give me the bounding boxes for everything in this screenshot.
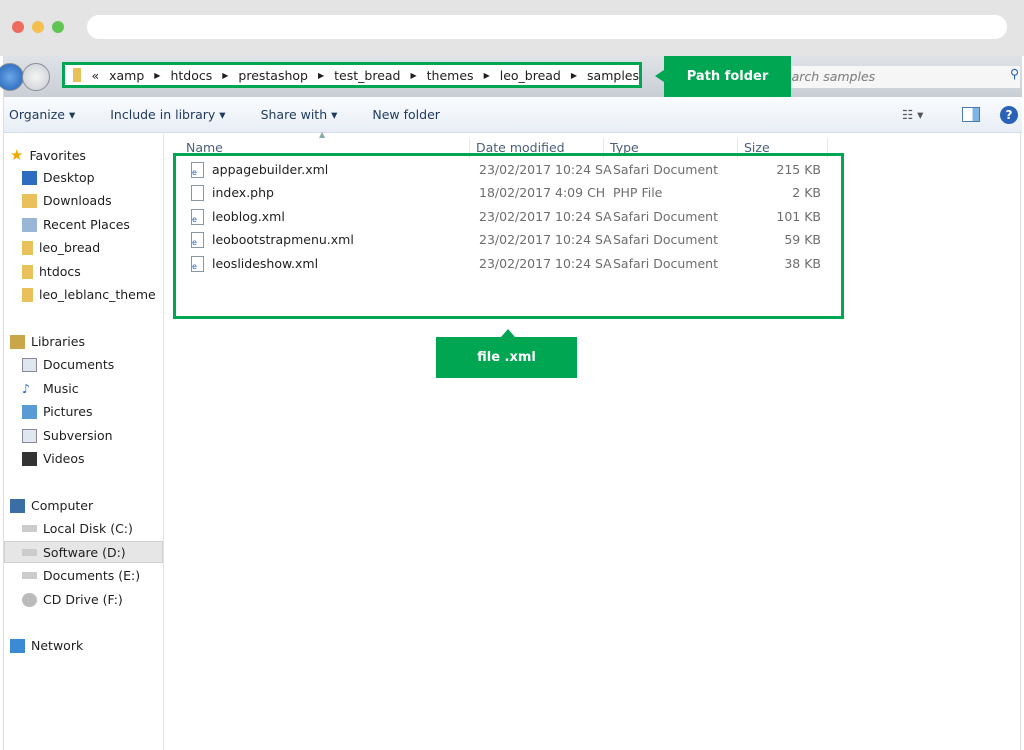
sidebar-libraries[interactable]: Libraries [10, 334, 85, 349]
preview-pane-icon[interactable] [962, 107, 980, 122]
crumb[interactable]: prestashop [238, 68, 308, 83]
navigation-pane: ★ Favorites Desktop Downloads Recent Plac… [4, 134, 164, 750]
sidebar-item-pictures[interactable]: Pictures [22, 404, 93, 419]
sidebar-item-subversion[interactable]: Subversion [22, 428, 113, 443]
crumb[interactable]: htdocs [170, 68, 212, 83]
drive-icon [22, 572, 37, 579]
sidebar-item-recent-places[interactable]: Recent Places [22, 217, 130, 232]
drive-icon [22, 525, 37, 532]
folder-icon [22, 240, 33, 255]
explorer-window: « xamp ▶ htdocs ▶ prestashop ▶ test_bread ▶ … [0, 56, 1022, 750]
sidebar-item-htdocs[interactable]: htdocs [22, 264, 81, 279]
sidebar-item-documents[interactable]: Documents [22, 357, 114, 372]
sidebar-item-downloads[interactable]: Downloads [22, 193, 112, 208]
folder-icon [22, 287, 33, 302]
search-input[interactable] [772, 66, 1020, 88]
callout-arrow-icon [501, 329, 515, 337]
browser-chrome [0, 0, 1024, 56]
videos-icon [22, 451, 37, 466]
view-options-icon[interactable]: ☷ ▾ [902, 107, 923, 122]
crumb[interactable]: test_bread [334, 68, 400, 83]
search-box: arch samples [772, 66, 1020, 88]
folder-icon [22, 264, 33, 279]
close-button[interactable] [12, 21, 24, 33]
downloads-folder-icon [22, 193, 37, 208]
forward-button[interactable] [22, 63, 50, 91]
callout-arrow-icon [655, 70, 664, 82]
drive-icon [22, 549, 37, 556]
navigation-bar: « xamp ▶ htdocs ▶ prestashop ▶ test_bread ▶ … [0, 56, 1022, 97]
network-icon [10, 638, 25, 653]
crumb[interactable]: xamp [109, 68, 144, 83]
new-folder-button[interactable]: New folder [372, 107, 440, 122]
maximize-button[interactable] [52, 21, 64, 33]
crumb-arrow-icon[interactable]: ▶ [484, 71, 490, 80]
file-xml-callout: file .xml [436, 337, 577, 378]
back-button[interactable] [0, 63, 24, 91]
desktop-icon [22, 170, 37, 185]
crumb[interactable]: leo_bread [500, 68, 561, 83]
crumb[interactable]: themes [427, 68, 474, 83]
pictures-icon [22, 404, 37, 419]
help-icon[interactable]: ? [1000, 105, 1018, 124]
recent-places-icon [22, 217, 37, 232]
overflow-chevron[interactable]: « [91, 68, 99, 83]
sidebar-item-desktop[interactable]: Desktop [22, 170, 95, 185]
sidebar-computer[interactable]: Computer [10, 498, 93, 513]
organize-button[interactable]: Organize ▾ [9, 107, 75, 122]
sidebar-favorites[interactable]: ★ Favorites [10, 146, 86, 164]
sidebar-item-videos[interactable]: Videos [22, 451, 85, 466]
sidebar-item-documents-e[interactable]: Documents (E:) [22, 568, 140, 583]
music-icon: ♪ [22, 381, 30, 396]
sidebar-item-cd-drive-f[interactable]: CD Drive (F:) [22, 592, 123, 607]
crumb-arrow-icon[interactable]: ▶ [318, 71, 324, 80]
star-icon: ★ [10, 146, 24, 164]
share-with-button[interactable]: Share with ▾ [261, 107, 338, 122]
minimize-button[interactable] [32, 21, 44, 33]
subversion-icon [22, 428, 37, 443]
crumb[interactable]: samples [587, 68, 639, 83]
folder-icon [73, 68, 82, 82]
sidebar-item-leo-leblanc-theme[interactable]: leo_leblanc_theme [22, 287, 156, 302]
browser-url-bar[interactable] [87, 15, 1007, 39]
sidebar-network[interactable]: Network [10, 638, 83, 653]
crumb-arrow-icon[interactable]: ▶ [411, 71, 417, 80]
sidebar-item-software-d[interactable]: Software (D:) [22, 545, 126, 560]
computer-icon [10, 498, 25, 513]
file-list-highlight [173, 153, 844, 319]
crumb-arrow-icon[interactable]: ▶ [571, 71, 577, 80]
sidebar-item-leo-bread[interactable]: leo_bread [22, 240, 100, 255]
crumb-arrow-icon[interactable]: ▶ [222, 71, 228, 80]
crumb-arrow-icon[interactable]: ▶ [154, 71, 160, 80]
documents-icon [22, 357, 37, 372]
libraries-icon [10, 334, 25, 349]
search-icon[interactable]: ⚲ [1010, 66, 1019, 81]
command-bar: Organize ▾ Include in library ▾ Share wi… [4, 97, 1022, 133]
path-folder-callout: Path folder [664, 56, 791, 97]
address-bar[interactable]: « xamp ▶ htdocs ▶ prestashop ▶ test_bread ▶ … [62, 62, 642, 88]
sidebar-item-local-disk-c[interactable]: Local Disk (C:) [22, 521, 133, 536]
sidebar-item-music[interactable]: ♪ Music [22, 381, 79, 396]
include-library-button[interactable]: Include in library ▾ [110, 107, 225, 122]
cd-drive-icon [22, 592, 37, 607]
